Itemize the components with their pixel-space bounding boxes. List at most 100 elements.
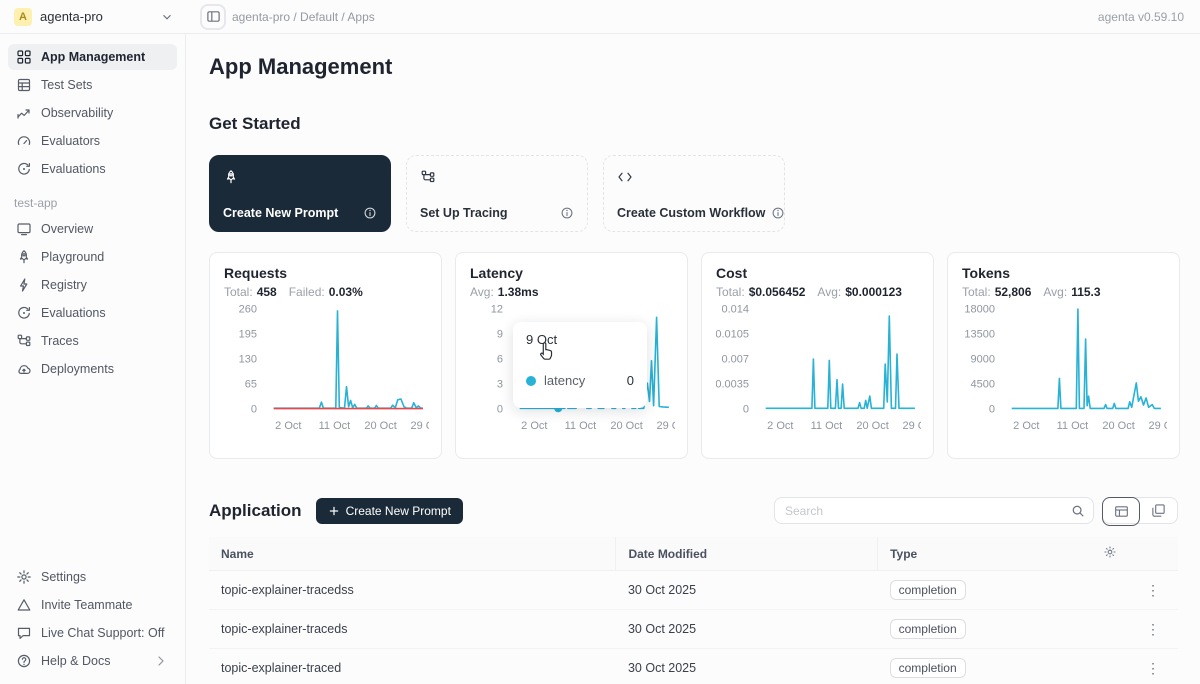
cloud-icon [16,361,32,377]
get-started-card-set-up-tracing[interactable]: Set Up Tracing [406,155,588,232]
sidebar-item-playground[interactable]: Playground [8,244,177,270]
chart-tooltip: 9 Oct latency 0 [513,322,647,408]
svg-text:12: 12 [491,304,503,316]
workspace-avatar: A [14,8,32,26]
get-started-card-create-custom-workflow[interactable]: Create Custom Workflow [603,155,785,232]
sidebar-item-observability[interactable]: Observability [8,100,177,126]
info-icon[interactable] [363,206,377,220]
table-view-button[interactable] [1102,497,1140,526]
get-started-card-label: Create New Prompt [223,206,338,220]
sidebar-item-label: Help & Docs [41,654,110,668]
info-icon[interactable] [771,206,785,220]
monitor-icon [16,221,32,237]
table-header-row: Name Date Modified Type [209,537,1178,571]
table-settings-gear-icon[interactable] [1103,545,1117,562]
row-menu-dots-icon[interactable]: ⋮ [1140,582,1166,599]
table-row[interactable]: topic-explainer-traced 30 Oct 2025 compl… [209,649,1178,684]
cell-date-modified: 30 Oct 2025 [616,571,878,610]
mouse-cursor-icon [536,341,555,367]
sidebar-item-live-chat-support-off[interactable]: Live Chat Support: Off [8,620,177,646]
row-menu-dots-icon[interactable]: ⋮ [1140,621,1166,638]
metric-title: Tokens [962,265,1165,281]
get-started-card-create-new-prompt[interactable]: Create New Prompt [209,155,391,232]
page-title: App Management [209,54,1178,80]
info-icon[interactable] [560,206,574,220]
rocket-icon [223,167,243,187]
column-header-date-modified: Date Modified [616,537,878,571]
sidebar-collapse-button[interactable] [200,4,226,30]
svg-text:0: 0 [989,404,995,416]
search-box [774,497,1094,524]
create-new-prompt-button[interactable]: Create New Prompt [316,498,463,524]
metric-title: Cost [716,265,919,281]
refresh-icon [16,161,32,177]
plus-icon [328,505,340,517]
sidebar-item-help-docs[interactable]: Help & Docs [8,648,177,674]
card-view-icon [1151,503,1166,518]
tooltip-series-label: latency [544,373,585,388]
gauge-icon [16,133,32,149]
svg-text:0: 0 [743,404,749,416]
help-icon [16,653,32,669]
chart-cost[interactable]: 00.00350.0070.01050.0142 Oct11 Oct20 Oct… [716,299,921,441]
metric-title: Requests [224,265,427,281]
cell-date-modified: 30 Oct 2025 [616,649,878,684]
sidebar-item-evaluations[interactable]: Evaluations [8,300,177,326]
metric-stat: Avg:1.38ms [470,285,539,299]
sidebar-item-evaluators[interactable]: Evaluators [8,128,177,154]
sidebar-item-settings[interactable]: Settings [8,564,177,590]
chevron-right-icon [153,653,169,669]
metric-card-tokens: Tokens Total:52,806Avg:115.3 04500900013… [947,252,1180,459]
sidebar-item-test-sets[interactable]: Test Sets [8,72,177,98]
application-title: Application [209,501,302,521]
sidebar-item-overview[interactable]: Overview [8,216,177,242]
type-badge: completion [890,658,966,678]
application-header-row: Application Create New Prompt [209,497,1178,524]
create-new-prompt-label: Create New Prompt [346,504,451,518]
chevron-down-icon [160,10,174,24]
svg-text:29 Oct: 29 Oct [1148,420,1167,432]
sidebar-item-deployments[interactable]: Deployments [8,356,177,382]
svg-text:29 Oct: 29 Oct [656,420,675,432]
sidebar-item-label: Test Sets [41,78,92,92]
svg-text:9000: 9000 [971,354,995,366]
svg-text:13500: 13500 [964,329,995,341]
search-input[interactable] [785,504,1071,518]
cell-date-modified: 30 Oct 2025 [616,610,878,649]
workspace-selector[interactable]: A agenta-pro [0,8,186,26]
svg-text:11 Oct: 11 Oct [1057,420,1089,432]
sidebar-item-label: App Management [41,50,145,64]
card-view-button[interactable] [1139,498,1177,523]
cell-app-name: topic-explainer-traceds [209,610,616,649]
sidebar-item-registry[interactable]: Registry [8,272,177,298]
search-icon[interactable] [1071,504,1085,518]
cell-app-name: topic-explainer-tracedss [209,571,616,610]
sidebar-item-label: Deployments [41,362,114,376]
svg-text:65: 65 [245,379,257,391]
metric-stat: Avg:$0.000123 [817,285,902,299]
table-view-icon [1114,504,1129,519]
gear-icon [16,569,32,585]
sidebar-item-app-management[interactable]: App Management [8,44,177,70]
table-row[interactable]: topic-explainer-tracedss 30 Oct 2025 com… [209,571,1178,610]
svg-text:2 Oct: 2 Oct [767,420,793,432]
breadcrumb: agenta-pro / Default / Apps [232,10,375,24]
sidebar-item-label: Overview [41,222,93,236]
sidebar-item-label: Registry [41,278,87,292]
metric-card-cost: Cost Total:$0.056452Avg:$0.000123 00.003… [701,252,934,459]
metric-stat: Failed:0.03% [289,285,363,299]
sidebar-item-traces[interactable]: Traces [8,328,177,354]
sidebar-item-invite-teammate[interactable]: Invite Teammate [8,592,177,618]
chart-tokens[interactable]: 04500900013500180002 Oct11 Oct20 Oct29 O… [962,299,1167,441]
metric-stat: Total:52,806 [962,285,1031,299]
panel-left-icon [206,9,221,24]
table-row[interactable]: topic-explainer-traceds 30 Oct 2025 comp… [209,610,1178,649]
metric-title: Latency [470,265,673,281]
tree-icon [16,333,32,349]
sidebar: App Management Test Sets Observability E… [0,34,186,684]
chart-requests[interactable]: 0651301952602 Oct11 Oct20 Oct29 Oct [224,299,429,441]
svg-text:0.014: 0.014 [721,304,749,316]
row-menu-dots-icon[interactable]: ⋮ [1140,660,1166,677]
sidebar-item-evaluations[interactable]: Evaluations [8,156,177,182]
svg-text:20 Oct: 20 Oct [610,420,642,432]
